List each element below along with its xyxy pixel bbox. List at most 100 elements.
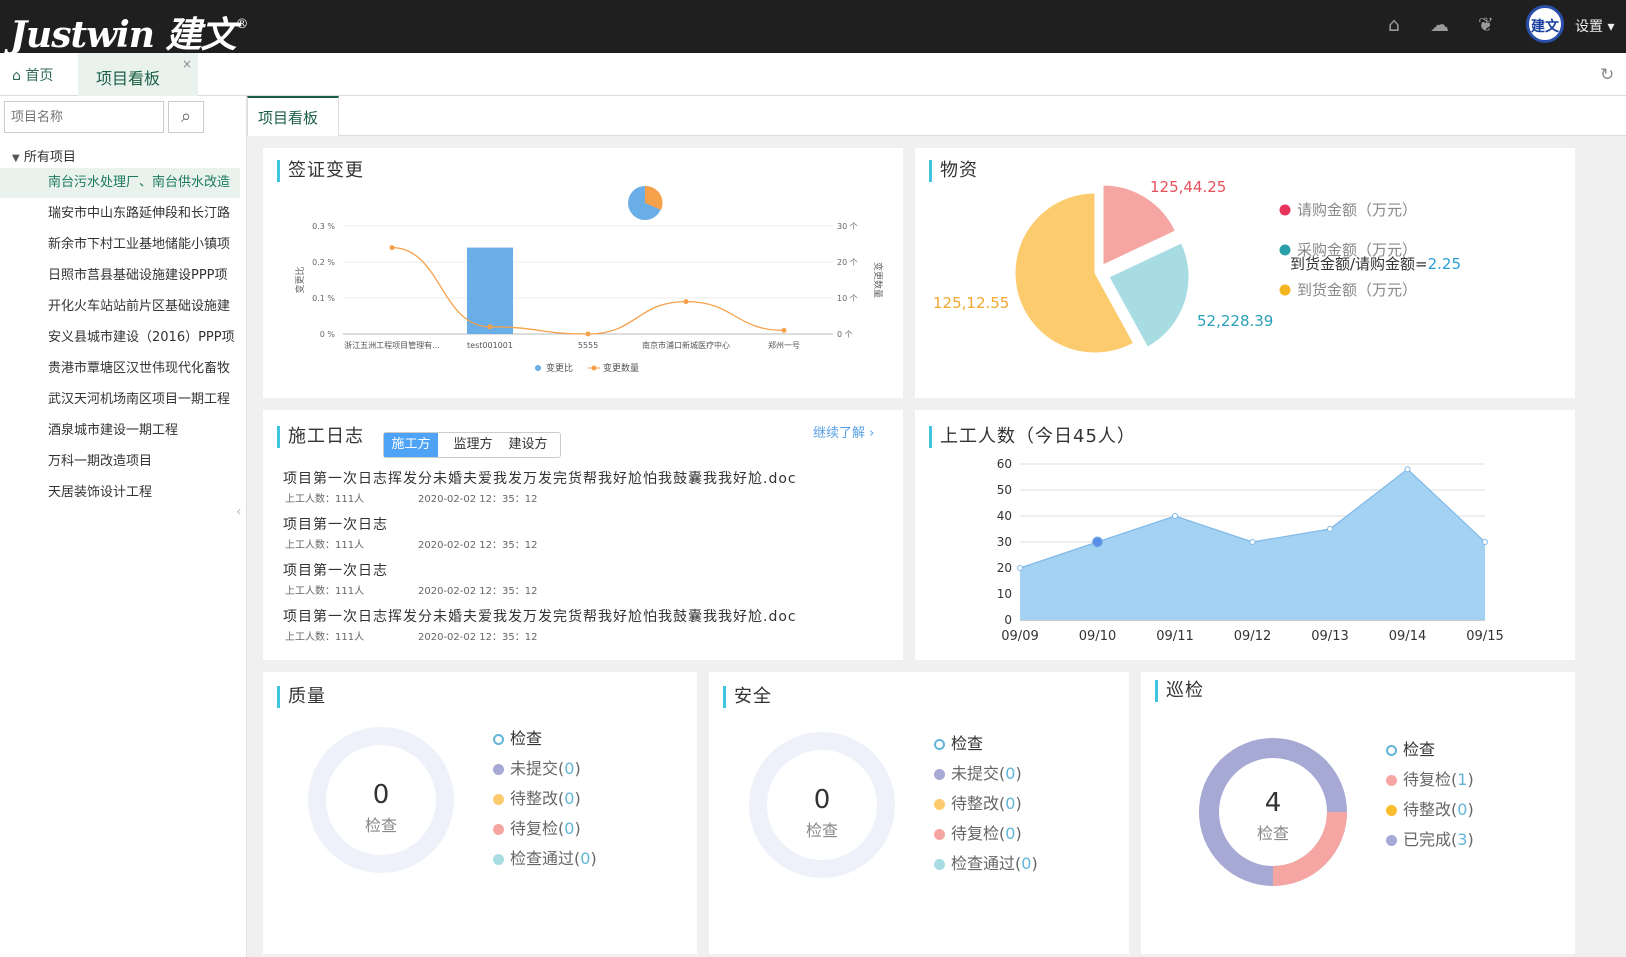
log-entry-title[interactable]: 项目第一次日志: [283, 514, 388, 534]
sidebar-project-item[interactable]: 安义县城市建设（2016）PPP项: [0, 323, 240, 353]
tab-contractor[interactable]: 施工方: [384, 433, 438, 457]
project-search-input[interactable]: [4, 101, 164, 133]
materials-pie-chart: 125,44.2552,228.39125,12.55请购金额（万元）采购金额（…: [933, 178, 1417, 354]
collapse-sidebar-icon[interactable]: ‹: [236, 504, 242, 520]
legend-item[interactable]: 检查通过(0): [493, 844, 597, 874]
subtab-project-board[interactable]: 项目看板: [247, 96, 339, 136]
quality-legend: 检查 未提交(0) 待整改(0) 待复检(0) 检查通过(0): [493, 724, 597, 874]
log-entry-workers: 上工人数：111人: [285, 632, 365, 643]
sidebar-project-item[interactable]: 日照市莒县基础设施建设PPP项: [0, 261, 240, 291]
legend-marker: [493, 824, 504, 835]
sidebar-project-item[interactable]: 新余市下村工业基地储能小镇项: [0, 230, 240, 260]
leaf-icon[interactable]: ❦: [1478, 14, 1494, 36]
legend-marker: [934, 769, 945, 780]
tree-root[interactable]: ▼ 所有项目: [12, 146, 76, 165]
sidebar-project-item[interactable]: 瑞安市中山东路延伸段和长汀路: [0, 199, 240, 229]
project-sidebar: ⌕ ▼ 所有项目 南台污水处理厂、南台供水改造瑞安市中山东路延伸段和长汀路新余市…: [0, 96, 247, 957]
log-entry-workers: 上工人数：111人: [285, 494, 365, 505]
legend-item[interactable]: 待整改(0): [934, 789, 1038, 819]
legend-item[interactable]: 待复检(0): [934, 819, 1038, 849]
y-left-tick: 0.1 %: [312, 294, 335, 303]
legend-marker: [591, 365, 597, 371]
legend-marker: [493, 794, 504, 805]
materials-card: 物资 125,44.25 52,228.39 125,12.55 请购金额（万元） 采购…: [915, 148, 1575, 398]
quality-card: 质量 0 检查 检查 未提交(0) 待整改(0) 待复检(0) 检查通过(0): [263, 672, 697, 954]
legend-item[interactable]: 未提交(0): [493, 754, 597, 784]
donut-center-label: 检查: [1256, 824, 1289, 843]
refresh-icon[interactable]: ↻: [1600, 65, 1614, 85]
legend-marker: [934, 799, 945, 810]
visa-change-chart: 0.3 % 30 个0.2 % 20 个0.1 % 10 个0 % 0 个变更比 变更数量…: [294, 185, 884, 374]
top-bar: Justwin 建文® ⌂ ☁ ❦ 建文 设置 ▾: [0, 0, 1626, 56]
tab-home[interactable]: ⌂ 首页: [12, 65, 53, 85]
area-point: [1172, 513, 1178, 519]
avatar[interactable]: 建文: [1526, 5, 1564, 43]
x-tick-label: 南京市浦口新城医疗中心: [642, 340, 730, 350]
x-tick-label: 郑州一号: [768, 340, 800, 350]
card-title: 巡检: [1155, 680, 1204, 702]
sidebar-project-item[interactable]: 南台污水处理厂、南台供水改造: [0, 168, 240, 198]
x-tick-label: 09/12: [1234, 629, 1271, 644]
legend-marker: [934, 859, 945, 870]
line-point: [781, 327, 787, 333]
tab-project-board[interactable]: 项目看板: [78, 53, 198, 96]
log-entry-title[interactable]: 项目第一次日志挥发分未婚夫爱我发万发完货帮我好尬怕我鼓囊我我好尬.doc: [283, 468, 797, 488]
settings-menu[interactable]: 设置 ▾: [1575, 16, 1614, 36]
y-tick-label: 0: [1004, 613, 1012, 627]
workers-area-chart: 60 50 40 30 20 10 0 09/09 09/10 09/11 09/12 09/13 09…: [997, 457, 1504, 644]
legend-label: 变更比: [546, 362, 573, 374]
legend-marker: [934, 829, 945, 840]
legend-item[interactable]: 待整改(0): [493, 784, 597, 814]
log-entry-time: 2020-02-02 12：35：12: [418, 586, 538, 597]
caret-down-icon: ▼: [12, 153, 20, 164]
patrol-card: 巡检 4 检查 检查 待复检(1) 待整改(0) 已完成(3): [1141, 672, 1575, 954]
legend-item[interactable]: 待复检(0): [493, 814, 597, 844]
sidebar-project-item[interactable]: 开化火车站站前片区基础设施建: [0, 292, 240, 322]
legend-item[interactable]: 待整改(0): [1386, 795, 1474, 825]
x-tick-label: 09/10: [1079, 629, 1116, 644]
legend-item[interactable]: 已完成(3): [1386, 825, 1474, 855]
x-tick-label: 09/11: [1156, 629, 1193, 644]
tab-owner[interactable]: 建设方: [500, 433, 556, 457]
card-title: 安全: [723, 686, 772, 708]
tab-bar: ⌂ 首页 项目看板 × ↻: [0, 53, 1626, 96]
patrol-legend: 检查 待复检(1) 待整改(0) 已完成(3): [1386, 735, 1474, 855]
pie-value-label: 125,44.25: [1150, 178, 1226, 196]
legend-marker: [493, 854, 504, 865]
legend-item[interactable]: 待复检(1): [1386, 765, 1474, 795]
sidebar-project-item[interactable]: 天居装饰设计工程: [0, 478, 240, 508]
legend-marker: [1279, 284, 1291, 296]
log-entry-title[interactable]: 项目第一次日志挥发分未婚夫爱我发万发完货帮我好尬怕我鼓囊我我好尬.doc: [283, 606, 797, 626]
donut-count: 0: [813, 785, 831, 815]
donut-count: 0: [372, 780, 390, 810]
home-icon[interactable]: ⌂: [1388, 14, 1400, 36]
sidebar-project-item[interactable]: 贵港市覃塘区汉世伟现代化畜牧: [0, 354, 240, 384]
wechat-icon[interactable]: ☁: [1430, 14, 1449, 36]
y-right-tick: 30 个: [837, 222, 858, 231]
y-left-tick: 0.3 %: [312, 222, 335, 231]
pie-value-label: 125,12.55: [933, 294, 1009, 312]
home-icon: ⌂: [12, 68, 21, 84]
y-right-tick: 20 个: [837, 258, 858, 267]
tab-supervisor[interactable]: 监理方: [446, 433, 500, 457]
legend-marker: [934, 739, 945, 750]
legend-item[interactable]: 检查通过(0): [934, 849, 1038, 879]
area-point: [1092, 536, 1103, 548]
area-point: [1017, 565, 1023, 571]
legend-marker: [1386, 835, 1397, 846]
log-entry-title[interactable]: 项目第一次日志: [283, 560, 388, 580]
sidebar-project-item[interactable]: 酒泉城市建设一期工程: [0, 416, 240, 446]
line-point: [389, 245, 395, 251]
close-icon[interactable]: ×: [182, 57, 192, 71]
sidebar-project-item[interactable]: 万科一期改造项目: [0, 447, 240, 477]
more-link[interactable]: 继续了解 ›: [813, 422, 874, 441]
y-tick-label: 50: [997, 483, 1012, 497]
legend-item[interactable]: 未提交(0): [934, 759, 1038, 789]
search-button[interactable]: ⌕: [168, 101, 204, 133]
legend-label: 变更数量: [603, 362, 639, 374]
sidebar-project-item[interactable]: 武汉天河机场南区项目一期工程: [0, 385, 240, 415]
area-point: [1482, 539, 1488, 545]
line-point: [683, 299, 689, 305]
line-series: [391, 246, 785, 335]
brand-logo[interactable]: Justwin 建文®: [10, 6, 248, 58]
